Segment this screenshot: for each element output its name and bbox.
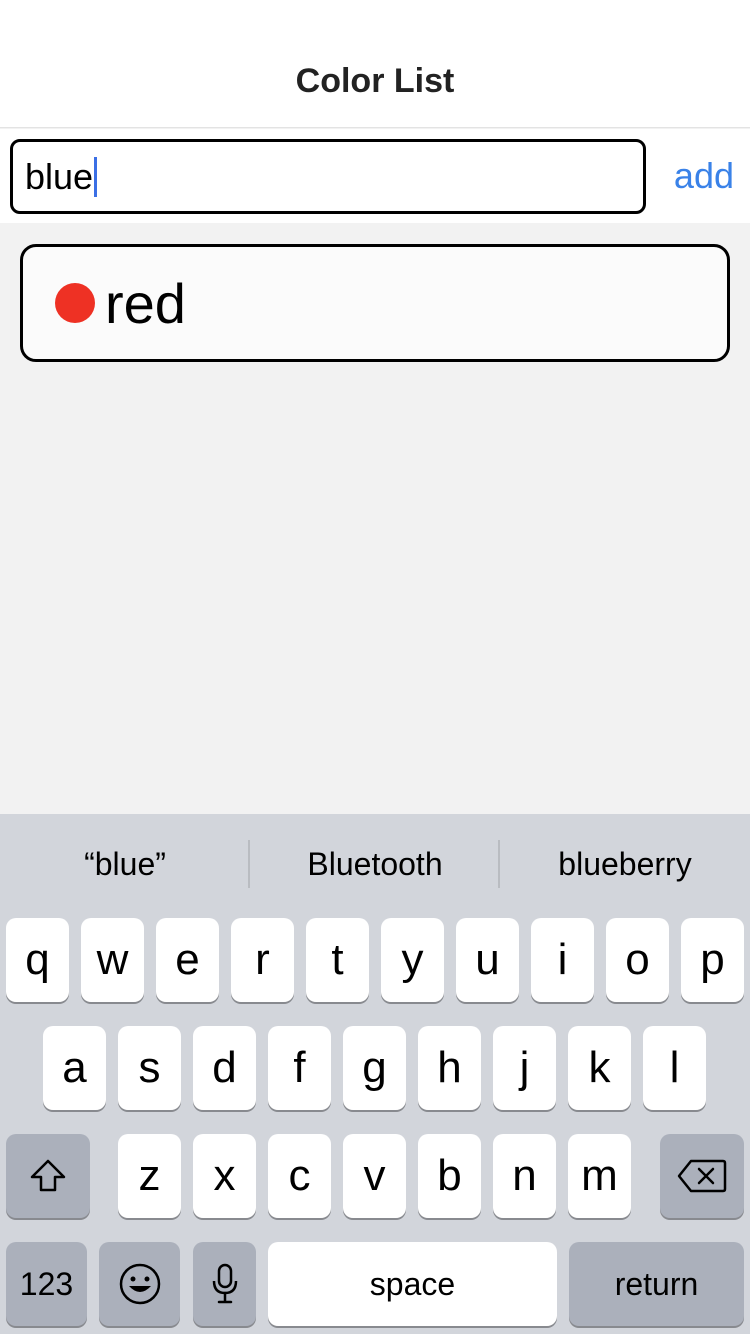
key-h[interactable]: h	[418, 1026, 481, 1110]
color-swatch	[55, 283, 95, 323]
key-x[interactable]: x	[193, 1134, 256, 1218]
key-d[interactable]: d	[193, 1026, 256, 1110]
emoji-key[interactable]	[99, 1242, 180, 1326]
shift-icon	[28, 1156, 68, 1196]
key-r[interactable]: r	[231, 918, 294, 1002]
key-u[interactable]: u	[456, 918, 519, 1002]
emoji-icon	[118, 1262, 162, 1306]
text-cursor	[94, 156, 98, 197]
key-s[interactable]: s	[118, 1026, 181, 1110]
key-a[interactable]: a	[43, 1026, 106, 1110]
key-p[interactable]: p	[681, 918, 744, 1002]
key-m[interactable]: m	[568, 1134, 631, 1218]
microphone-icon	[210, 1263, 240, 1305]
return-key[interactable]: return	[569, 1242, 744, 1326]
key-f[interactable]: f	[268, 1026, 331, 1110]
suggestion-item[interactable]: Bluetooth	[250, 814, 500, 914]
add-button[interactable]: add	[674, 155, 734, 197]
input-row: blue add	[0, 129, 750, 223]
key-c[interactable]: c	[268, 1134, 331, 1218]
key-k[interactable]: k	[568, 1026, 631, 1110]
key-n[interactable]: n	[493, 1134, 556, 1218]
key-e[interactable]: e	[156, 918, 219, 1002]
key-o[interactable]: o	[606, 918, 669, 1002]
color-input-value: blue	[25, 155, 94, 197]
list-item-label: red	[105, 271, 186, 335]
suggestion-item[interactable]: blueberry	[500, 814, 750, 914]
dictation-key[interactable]	[193, 1242, 256, 1326]
key-t[interactable]: t	[306, 918, 369, 1002]
key-l[interactable]: l	[643, 1026, 706, 1110]
key-z[interactable]: z	[118, 1134, 181, 1218]
key-g[interactable]: g	[343, 1026, 406, 1110]
key-i[interactable]: i	[531, 918, 594, 1002]
keyboard: “blue” Bluetooth blueberry q w e r t y u…	[0, 814, 750, 1334]
suggestion-item[interactable]: “blue”	[0, 814, 250, 914]
page-title: Color List	[295, 62, 455, 100]
suggestion-bar: “blue” Bluetooth blueberry	[0, 814, 750, 914]
key-v[interactable]: v	[343, 1134, 406, 1218]
delete-key[interactable]	[660, 1134, 744, 1218]
key-q[interactable]: q	[6, 918, 69, 1002]
key-y[interactable]: y	[381, 918, 444, 1002]
color-input[interactable]: blue	[10, 139, 646, 214]
delete-icon	[677, 1158, 727, 1194]
key-b[interactable]: b	[418, 1134, 481, 1218]
key-w[interactable]: w	[81, 918, 144, 1002]
list-item[interactable]: red	[20, 244, 730, 362]
navigation-bar: Color List	[0, 0, 750, 128]
color-list: red	[0, 223, 750, 814]
space-key[interactable]: space	[268, 1242, 557, 1326]
key-j[interactable]: j	[493, 1026, 556, 1110]
numbers-key[interactable]: 123	[6, 1242, 87, 1326]
shift-key[interactable]	[6, 1134, 90, 1218]
